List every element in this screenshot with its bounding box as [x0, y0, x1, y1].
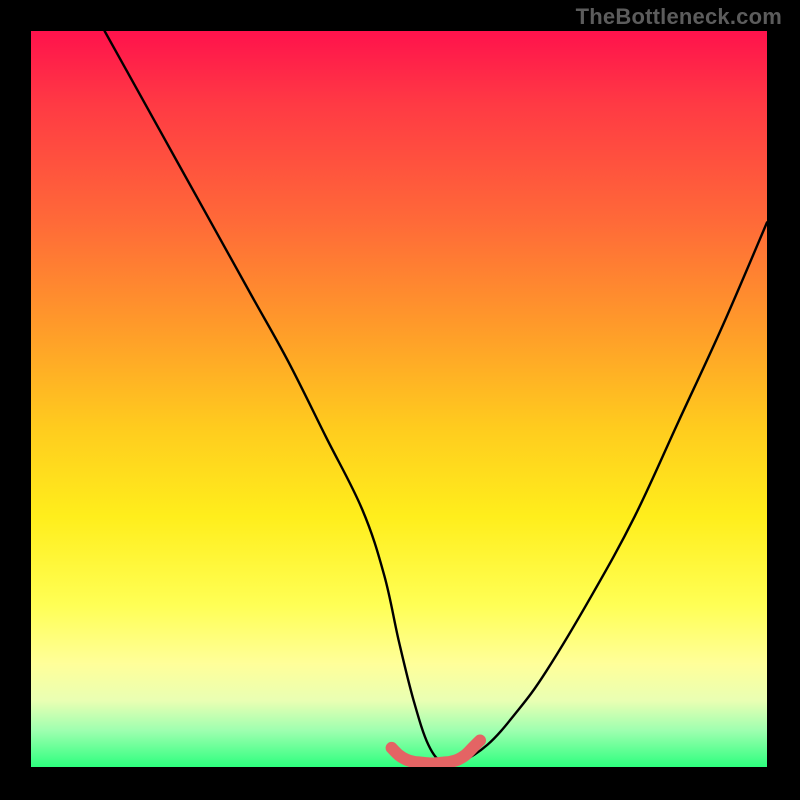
plot-area [31, 31, 767, 767]
watermark-text: TheBottleneck.com [576, 4, 782, 30]
v-curve-path [105, 31, 767, 766]
chart-frame: TheBottleneck.com [0, 0, 800, 800]
curve-layer [31, 31, 767, 767]
bottom-marker-path [392, 741, 480, 764]
